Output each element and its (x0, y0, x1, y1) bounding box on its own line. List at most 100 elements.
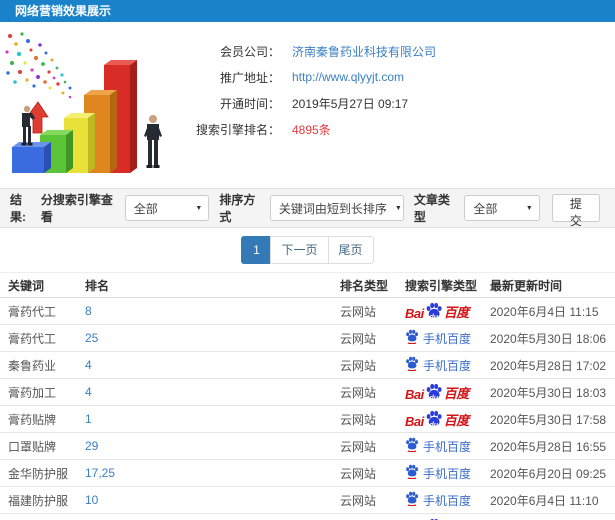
engine-cell: 手机百度 (405, 329, 490, 347)
member-company-link[interactable]: 济南秦鲁药业科技有限公司 (292, 43, 436, 60)
next-page-button[interactable]: 下一页 (270, 236, 329, 264)
updated-cell: 2020年6月4日 11:15 (490, 304, 599, 319)
engine-cell: 手机百度 (405, 464, 490, 482)
table-header-row: 关键词 排名 排名类型 搜索引擎类型 最新更新时间 (0, 272, 615, 298)
promo-url-row: 推广地址： http://www.qlyyjt.com (185, 64, 615, 90)
rank-link[interactable]: 4 (85, 385, 340, 399)
mobile-baidu-label: 手机百度 (423, 358, 472, 373)
article-type-filter-label: 文章类型 (413, 193, 450, 224)
bar-chart-illustration (0, 30, 185, 185)
baidu-logo-bai-text: Bai (405, 305, 424, 321)
engine-cell: 手机百度 (405, 356, 490, 374)
chevron-down-icon: ▼ (195, 204, 203, 212)
mobile-baidu-logo: 手机百度 (405, 464, 471, 482)
keyword-cell: 膏药贴牌 (8, 412, 57, 427)
baidu-paw-icon (406, 356, 418, 372)
promo-url-link[interactable]: http://www.qlyyjt.com (292, 70, 404, 84)
baidu-logo-du-text: du (429, 394, 439, 402)
rank-type-cell: 云网站 (340, 358, 377, 373)
rank-type-cell: 云网站 (340, 304, 377, 319)
rank-type-cell: 云网站 (340, 439, 377, 454)
table-row: Baidu百度 (0, 514, 615, 520)
engine-cell: 手机百度 (405, 437, 490, 455)
mobile-baidu-paw-icon (405, 329, 419, 347)
baidu-logo-du-text: du (429, 313, 439, 321)
page-title: 网络营销效果展示 (15, 4, 112, 18)
baidu-paw-icon (406, 437, 418, 453)
page-header: 网络营销效果展示 (0, 0, 615, 22)
open-time-value: 2019年5月27日 09:17 (292, 96, 409, 111)
engine-cell: Baidu 百度 (405, 302, 490, 321)
keyword-cell: 金华防护服 (8, 466, 69, 481)
mobile-baidu-paw-icon (405, 491, 419, 509)
bar-chart-graphic (5, 32, 162, 173)
rank-type-cell: 云网站 (340, 385, 377, 400)
member-profile-section: 会员公司： 济南秦鲁药业科技有限公司 推广地址： http://www.qlyy… (0, 22, 615, 188)
baidu-paw-icon (406, 329, 418, 345)
rank-link[interactable]: 29 (85, 439, 340, 453)
article-type-filter-select[interactable]: 全部 ▼ (464, 195, 540, 221)
engine-filter-value: 全部 (133, 201, 158, 216)
updated-cell: 2020年5月30日 17:58 (490, 412, 607, 427)
baidu-logo-bai-text: Bai (405, 413, 424, 429)
table-row: 膏药代工 25 云网站 手机百度 2020年5月30日 18:06 (0, 325, 615, 352)
rank-link[interactable]: 25 (85, 331, 340, 345)
engine-filter-select[interactable]: 全部 ▼ (124, 195, 210, 221)
rank-type-cell: 云网站 (340, 493, 377, 508)
table-row: 秦鲁药业 4 云网站 手机百度 2020年5月28日 17:02 (0, 352, 615, 379)
mobile-baidu-paw-icon (405, 464, 419, 482)
keyword-cell: 膏药加工 (8, 385, 57, 400)
table-row: 口罩贴牌 29 云网站 手机百度 2020年5月28日 16:55 (0, 433, 615, 460)
col-header-rank-type: 排名类型 (340, 278, 389, 293)
results-table: 关键词 排名 排名类型 搜索引擎类型 最新更新时间 膏药代工 8 云网站 Bai du 百… (0, 272, 615, 520)
pagination-section: 1 下一页 尾页 (0, 228, 615, 272)
chevron-down-icon: ▼ (525, 204, 533, 212)
rank-link[interactable]: 17,25 (85, 466, 340, 480)
rank-link[interactable]: 10 (85, 493, 340, 507)
promo-url-label: 推广地址： (219, 70, 280, 85)
rank-link[interactable]: 4 (85, 358, 340, 372)
results-filter-bar: 结果: 分搜索引擎查看 全部 ▼ 排序方式 关键词由短到长排序 ▼ 文章类型 全… (0, 188, 615, 228)
rank-type-cell: 云网站 (340, 331, 377, 346)
results-label: 结果: (10, 193, 26, 224)
chevron-down-icon: ▼ (394, 204, 402, 212)
baidu-logo-cn-text: 百度 (443, 304, 470, 320)
engine-cell: Baidu 百度 (405, 383, 490, 402)
article-type-filter-value: 全部 (473, 201, 498, 216)
baidu-logo-cn-text: 百度 (443, 385, 470, 401)
baidu-logo-cn-text: 百度 (443, 412, 470, 428)
col-header-engine-type: 搜索引擎类型 (405, 278, 478, 293)
table-row: 膏药代工 8 云网站 Bai du 百度 2020年6月4日 11:15 (0, 298, 615, 325)
baidu-paw-icon (406, 464, 418, 480)
baidu-paw-icon (406, 491, 418, 507)
rank-link[interactable]: 1 (85, 412, 340, 426)
mobile-baidu-logo: 手机百度 (405, 491, 471, 509)
open-time-row: 开通时间： 2019年5月27日 09:17 (185, 90, 615, 116)
rank-link[interactable]: 8 (85, 304, 340, 318)
rank-type-cell: 云网站 (340, 466, 377, 481)
businessman-right-figure (144, 115, 162, 168)
mobile-baidu-label: 手机百度 (423, 439, 472, 454)
mobile-baidu-paw-icon (405, 356, 419, 374)
keyword-cell: 口罩贴牌 (8, 439, 57, 454)
engine-rank-label: 搜索引擎排名： (195, 122, 280, 137)
submit-button[interactable]: 提交 (551, 194, 601, 228)
table-row: 金华防护服 17,25 云网站 手机百度 2020年6月20日 09:25 (0, 460, 615, 487)
sort-filter-select[interactable]: 关键词由短到长排序 ▼ (269, 195, 404, 221)
mobile-baidu-paw-icon (405, 437, 419, 455)
engine-rank-row: 搜索引擎排名： 4895条 (185, 116, 615, 142)
page-1-button[interactable]: 1 (241, 236, 272, 264)
mobile-baidu-label: 手机百度 (423, 493, 472, 508)
table-row: 膏药加工 4 云网站 Bai du 百度 2020年5月30日 18:03 (0, 379, 615, 406)
engine-rank-count: 4895条 (292, 122, 331, 137)
last-page-button[interactable]: 尾页 (327, 236, 374, 264)
baidu-logo-du-text: du (429, 421, 439, 429)
baidu-pc-logo: Baidu 百度 (405, 410, 469, 429)
keyword-cell: 膏药代工 (8, 304, 57, 319)
pagination: 1 下一页 尾页 (241, 236, 374, 264)
member-info: 会员公司： 济南秦鲁药业科技有限公司 推广地址： http://www.qlyy… (185, 38, 615, 142)
sort-filter-value: 关键词由短到长排序 (278, 201, 387, 216)
mobile-baidu-logo: 手机百度 (405, 437, 471, 455)
results-table-body: 膏药代工 8 云网站 Bai du 百度 2020年6月4日 11:15 膏药代工 25 云网站手… (0, 298, 615, 520)
baidu-logo-bai-text: Bai (405, 386, 424, 402)
